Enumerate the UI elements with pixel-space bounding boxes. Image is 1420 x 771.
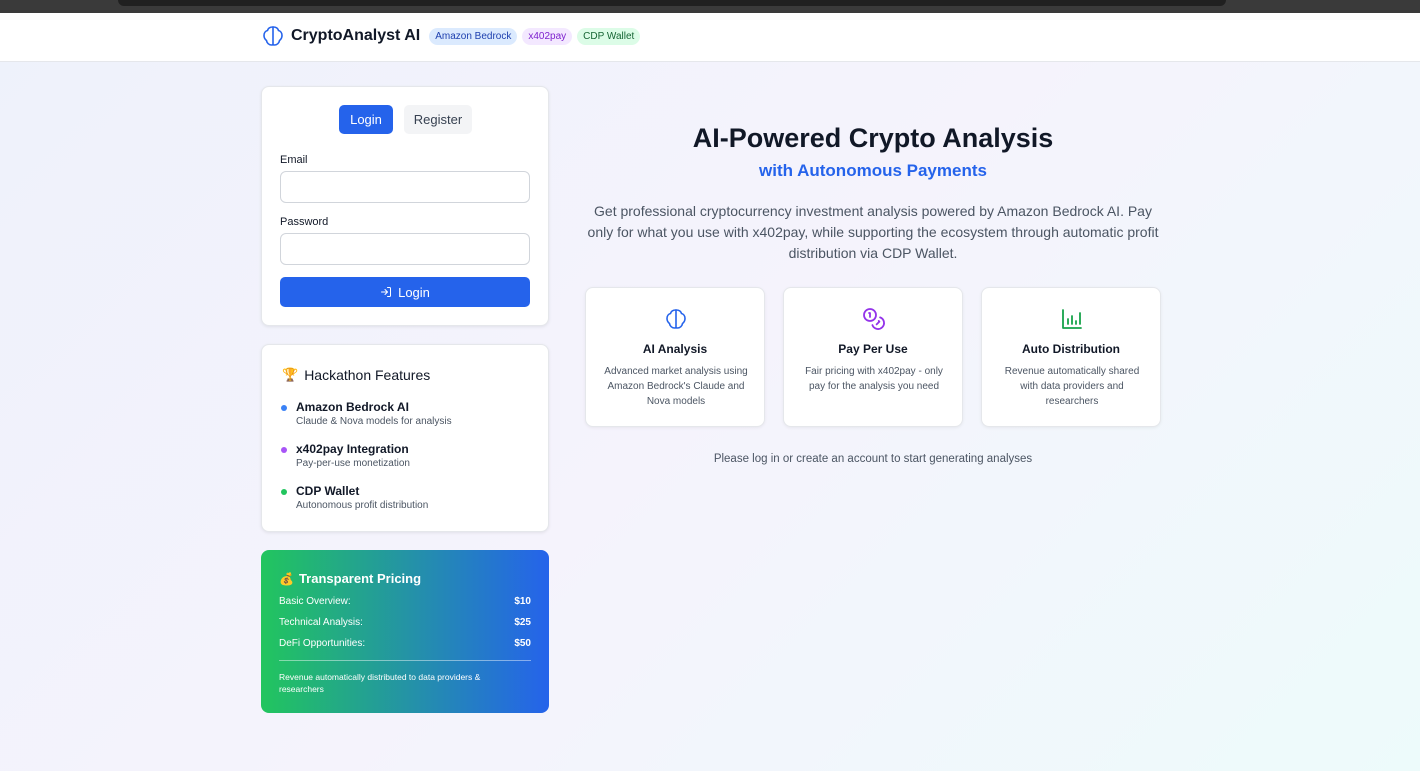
browser-top-strip: [0, 0, 1420, 13]
brain-icon: [664, 307, 688, 331]
brain-icon: [261, 24, 285, 48]
feature-card-title: AI Analysis: [642, 342, 708, 356]
money-bag-icon: 💰: [279, 571, 294, 586]
price-value: $25: [514, 617, 531, 628]
badge-cdp-wallet: CDP Wallet: [577, 27, 641, 45]
brand[interactable]: CryptoAnalyst AI Amazon Bedrock x402pay …: [261, 24, 641, 48]
feature-desc: Autonomous profit distribution: [296, 500, 429, 511]
browser-bar: [118, 0, 1226, 6]
login-button-label: Login: [398, 284, 430, 300]
password-field[interactable]: [280, 233, 530, 265]
bullet-dot: [281, 489, 287, 495]
password-label: Password: [280, 216, 329, 228]
feature-desc: Pay-per-use monetization: [296, 458, 410, 469]
bar-chart-icon: [1060, 307, 1084, 331]
feature-title: x402pay Integration: [296, 442, 409, 456]
feature-card-desc: Advanced market analysis using Amazon Be…: [604, 366, 748, 407]
tab-register[interactable]: Register: [404, 105, 472, 134]
feature-title: Amazon Bedrock AI: [296, 400, 409, 414]
email-field[interactable]: [280, 171, 530, 203]
price-value: $50: [514, 638, 531, 649]
app-header: CryptoAnalyst AI Amazon Bedrock x402pay …: [0, 13, 1420, 62]
hero-subtitle: with Autonomous Payments: [759, 161, 987, 180]
hero-description: Get professional cryptocurrency investme…: [587, 203, 1159, 261]
feature-card-pay-per-use: Pay Per Use Fair pricing with x402pay - …: [783, 287, 963, 427]
bullet-dot: [281, 447, 287, 453]
brand-name: CryptoAnalyst AI: [291, 27, 421, 44]
feature-card-title: Auto Distribution: [1022, 342, 1120, 356]
features-title-text: Hackathon Features: [304, 367, 431, 383]
login-button[interactable]: Login: [280, 277, 530, 307]
price-value: $10: [514, 596, 531, 607]
price-label: Technical Analysis:: [279, 617, 363, 628]
feature-card-ai-analysis: AI Analysis Advanced market analysis usi…: [585, 287, 765, 427]
login-card: Login Register Email Password Login: [261, 86, 549, 326]
feature-card-desc: Fair pricing with x402pay - only pay for…: [805, 366, 943, 392]
coins-icon: [862, 307, 886, 331]
price-row: Technical Analysis: $25: [279, 617, 531, 628]
bullet-dot: [281, 405, 287, 411]
login-prompt: Please log in or create an account to st…: [713, 453, 1033, 465]
pricing-card: 💰 Transparent Pricing Basic Overview: $1…: [261, 550, 549, 713]
feature-desc: Claude & Nova models for analysis: [296, 416, 452, 427]
features-title: 🏆 Hackathon Features: [282, 367, 430, 383]
feature-card-auto-distribution: Auto Distribution Revenue automatically …: [981, 287, 1161, 427]
feature-card-desc: Revenue automatically shared with data p…: [1004, 366, 1140, 407]
login-icon: [381, 287, 392, 297]
tab-login[interactable]: Login: [339, 105, 393, 134]
price-row: Basic Overview: $10: [279, 596, 531, 607]
pricing-title-text: Transparent Pricing: [298, 571, 422, 586]
badge-amazon-bedrock: Amazon Bedrock: [429, 27, 518, 45]
feature-card-title: Pay Per Use: [838, 342, 908, 356]
price-row: DeFi Opportunities: $50: [279, 638, 531, 649]
hackathon-features-card: 🏆 Hackathon Features Amazon Bedrock AI C…: [261, 344, 549, 532]
hero-title: AI-Powered Crypto Analysis: [692, 123, 1054, 153]
pricing-note: Revenue automatically distributed to dat…: [279, 672, 481, 694]
price-label: Basic Overview:: [279, 596, 351, 607]
trophy-icon: 🏆: [282, 367, 299, 382]
feature-title: CDP Wallet: [296, 484, 360, 498]
price-label: DeFi Opportunities:: [279, 638, 366, 649]
auth-tabs: Login Register: [339, 105, 472, 134]
email-label: Email: [280, 154, 308, 166]
pricing-divider: [279, 660, 531, 661]
pricing-title: 💰 Transparent Pricing: [279, 571, 421, 586]
badge-x402pay: x402pay: [522, 27, 573, 45]
